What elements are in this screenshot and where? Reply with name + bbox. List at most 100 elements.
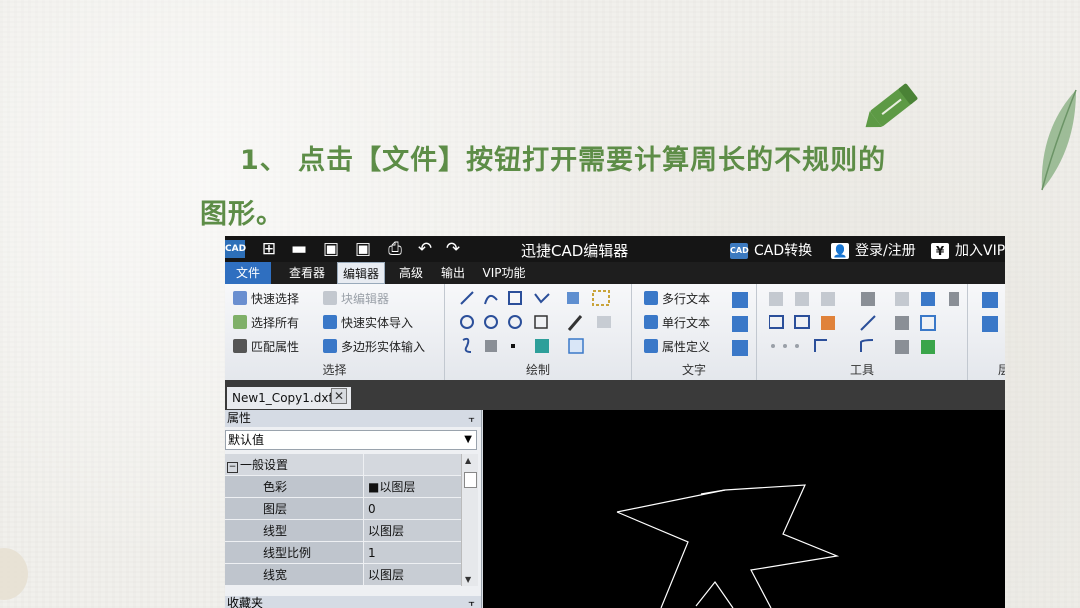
join-vip-label: 加入VIP	[955, 243, 1005, 259]
text-check-icon[interactable]	[732, 340, 748, 356]
close-icon[interactable]: ✕	[331, 388, 347, 404]
undo-icon[interactable]: ↶	[415, 239, 435, 259]
polygon-entity-input-button[interactable]: 多边形实体输入	[323, 338, 425, 356]
property-key: 线型	[225, 520, 363, 541]
tab-advanced[interactable]: 高级	[391, 262, 431, 284]
draw-group: 绘制	[445, 284, 632, 380]
polygon-icon	[323, 339, 337, 353]
chevron-down-icon: ▼	[464, 434, 472, 445]
join-vip-button[interactable]: ¥ 加入VIP	[931, 240, 1005, 260]
single-line-text-icon	[644, 315, 658, 329]
menu-file[interactable]: 文件	[225, 262, 271, 284]
ribbon: 快速选择 选择所有 匹配属性 块编辑器 快速实体导入 多边形实体输入 选择 绘制…	[225, 284, 1005, 381]
property-row[interactable]: 线型 以图层	[225, 520, 461, 542]
select-all-button[interactable]: 选择所有	[233, 314, 299, 332]
attribute-definition-label: 属性定义	[662, 340, 711, 354]
scroll-up-icon[interactable]: ▲	[465, 456, 471, 465]
property-value: ■以图层	[364, 476, 461, 497]
funnel-icon	[233, 291, 247, 305]
select-all-label: 选择所有	[251, 316, 300, 330]
single-line-text-label: 单行文本	[662, 316, 711, 330]
tab-output[interactable]: 输出	[433, 262, 473, 284]
layers-icon[interactable]	[982, 292, 998, 308]
brush-icon	[233, 339, 247, 353]
pin-icon[interactable]: ⫟	[468, 410, 475, 427]
property-key: 线型比例	[225, 542, 363, 563]
tab-vip[interactable]: VIP功能	[477, 262, 531, 284]
multiline-text-button[interactable]: 多行文本	[644, 290, 710, 308]
quick-select-label: 快速选择	[251, 292, 300, 306]
collapse-icon[interactable]: −	[227, 462, 238, 473]
properties-grid: − 一般设置 色彩 ■以图层 图层 0 线型 以图层 线型比例 1 线宽 以图层	[225, 454, 461, 586]
favorites-pin-icon[interactable]: ⫟	[468, 596, 475, 608]
property-value: 1	[364, 542, 461, 563]
draw-tools-icons[interactable]	[457, 290, 627, 360]
convert-icon: CAD	[730, 243, 749, 259]
properties-dropdown[interactable]: 默认值 ▼	[225, 430, 477, 450]
quick-select-button[interactable]: 快速选择	[233, 290, 299, 308]
new-icon[interactable]: ⊞	[259, 239, 279, 259]
property-value: 以图层	[364, 564, 461, 585]
layers-group-label: 层	[998, 363, 1005, 377]
tools-group: 工具	[757, 284, 968, 380]
save-as-icon[interactable]: ▣	[353, 239, 373, 259]
select-all-icon	[233, 315, 247, 329]
select-group: 快速选择 选择所有 匹配属性 块编辑器 快速实体导入 多边形实体输入 选择	[225, 284, 445, 380]
section-general[interactable]: − 一般设置	[225, 454, 461, 476]
multiline-text-label: 多行文本	[662, 292, 711, 306]
attribute-definition-button[interactable]: 属性定义	[644, 338, 710, 356]
properties-scrollbar[interactable]: ▲ ▼	[461, 454, 478, 586]
attribute-definition-icon	[644, 339, 658, 353]
block-editor-button[interactable]: 块编辑器	[323, 290, 389, 308]
draw-group-label: 绘制	[525, 363, 550, 377]
cad-convert-label: CAD转换	[754, 243, 813, 259]
polygon-entity-input-label: 多边形实体输入	[341, 340, 426, 354]
drawing-canvas[interactable]	[483, 410, 1005, 608]
tools-icons[interactable]	[769, 290, 959, 360]
layer-list-icon[interactable]	[982, 316, 998, 332]
properties-title-label: 属性	[227, 411, 252, 425]
app-title: 迅捷CAD编辑器	[521, 242, 629, 260]
tools-group-label: 工具	[849, 363, 874, 377]
print-icon[interactable]: ⎙	[385, 239, 405, 259]
property-key: 图层	[225, 498, 363, 519]
scroll-thumb[interactable]	[464, 472, 477, 488]
layers-group: 层	[968, 284, 1005, 380]
section-key: − 一般设置	[225, 454, 363, 475]
irregular-shape-drawing	[616, 484, 840, 608]
text-group-label: 文字	[681, 363, 706, 377]
save-icon[interactable]: ▣	[321, 239, 341, 259]
property-row[interactable]: 线型比例 1	[225, 542, 461, 564]
properties-title: 属性 ⫟	[225, 410, 481, 427]
property-row[interactable]: 图层 0	[225, 498, 461, 520]
login-label: 登录/注册	[855, 243, 916, 259]
cad-convert-button[interactable]: CAD CAD转换	[730, 240, 812, 260]
title-bar: CAD ⊞ ▬ ▣ ▣ ⎙ ↶ ↷ 迅捷CAD编辑器 CAD CAD转换 👤 登录/…	[225, 236, 1005, 262]
app-logo: CAD	[225, 240, 246, 258]
match-properties-button[interactable]: 匹配属性	[233, 338, 299, 356]
property-row[interactable]: 线宽 以图层	[225, 564, 461, 586]
pencil-icon	[865, 83, 918, 128]
tab-editor[interactable]: 编辑器	[337, 262, 385, 284]
redo-icon[interactable]: ↷	[443, 239, 463, 259]
login-button[interactable]: 👤 登录/注册	[831, 240, 916, 260]
block-editor-icon	[323, 291, 337, 305]
text-edit-icon[interactable]	[732, 316, 748, 332]
open-icon[interactable]: ▬	[289, 239, 309, 259]
properties-dropdown-value: 默认值	[228, 433, 265, 447]
leaf-decoration	[1041, 89, 1077, 191]
scroll-down-icon[interactable]: ▼	[465, 575, 471, 584]
cad-editor-window: CAD ⊞ ▬ ▣ ▣ ⎙ ↶ ↷ 迅捷CAD编辑器 CAD CAD转换 👤 登录/…	[225, 236, 1005, 608]
quick-entity-import-button[interactable]: 快速实体导入	[323, 314, 413, 332]
quick-entity-import-label: 快速实体导入	[341, 316, 414, 330]
text-group: 多行文本 单行文本 属性定义 文字	[632, 284, 757, 380]
instruction-line-1: 1、 点击【文件】按钮打开需要计算周长的不规则的	[240, 145, 887, 176]
property-row[interactable]: 色彩 ■以图层	[225, 476, 461, 498]
properties-panel: 属性 ⫟ 默认值 ▼ − 一般设置 色彩 ■以图层 图层 0 线型 以图层 线型…	[225, 410, 482, 608]
instruction-line-2: 图形。	[200, 199, 284, 230]
single-line-text-button[interactable]: 单行文本	[644, 314, 710, 332]
section-general-label: 一般设置	[240, 458, 289, 472]
text-style-icon[interactable]	[732, 292, 748, 308]
tab-viewer[interactable]: 查看器	[281, 262, 333, 284]
property-key: 线宽	[225, 564, 363, 585]
